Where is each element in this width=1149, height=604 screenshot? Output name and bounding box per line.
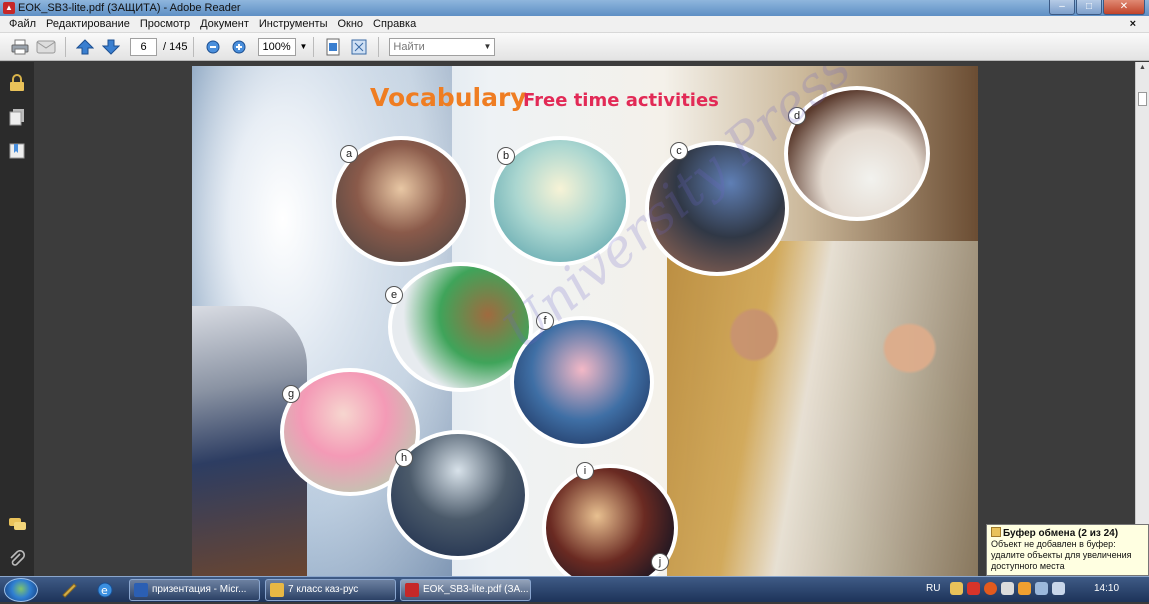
taskbar-item-adobe-reader[interactable]: EOK_SB3-lite.pdf (ЗА...	[400, 579, 531, 601]
label-g: g	[282, 385, 300, 403]
internet-explorer-icon[interactable]: e	[96, 581, 114, 599]
notification-title: Буфер обмена (2 из 24)	[991, 527, 1145, 539]
attachments-icon[interactable]	[8, 549, 26, 568]
system-tray	[950, 582, 1065, 595]
lock-icon[interactable]	[8, 74, 26, 92]
menu-window[interactable]: Окно	[332, 16, 368, 32]
adobe-reader-icon: ▲	[3, 2, 15, 14]
menu-file[interactable]: Файл	[4, 16, 41, 32]
find-input[interactable]: Найти ▼	[389, 37, 496, 56]
pages-icon[interactable]	[8, 108, 26, 126]
menu-help[interactable]: Справка	[368, 16, 421, 32]
start-button[interactable]	[4, 578, 38, 602]
title-bar: ▲ EOK_SB3-lite.pdf (ЗАЩИТА) - Adobe Read…	[0, 0, 1149, 16]
page-title: Vocabulary	[370, 83, 527, 112]
taskbar-item-folder[interactable]: 7 класс каз-рус	[265, 579, 396, 601]
navigation-pane	[0, 62, 34, 576]
menu-edit[interactable]: Редактирование	[41, 16, 135, 32]
svg-text:e: e	[101, 584, 108, 597]
window-title: EOK_SB3-lite.pdf (ЗАЩИТА) - Adobe Reader	[18, 2, 241, 14]
mother-daughter-photo	[667, 241, 978, 576]
taskbar-item-label: EOK_SB3-lite.pdf (ЗА...	[423, 584, 529, 595]
menu-bar: Файл Редактирование Просмотр Документ Ин…	[0, 16, 1149, 33]
label-h: h	[395, 449, 413, 467]
menu-view[interactable]: Просмотр	[135, 16, 195, 32]
menu-tools[interactable]: Инструменты	[254, 16, 333, 32]
scroll-up-icon[interactable]: ▲	[1139, 64, 1146, 71]
label-i: i	[576, 462, 594, 480]
taskbar: e призентация - Micr... 7 класс каз-рус …	[0, 576, 1149, 602]
taskbar-item-presentation[interactable]: призентация - Micr...	[129, 579, 260, 601]
label-j: j	[651, 553, 669, 571]
chevron-down-icon[interactable]: ▼	[483, 39, 491, 55]
toolbar-separator	[313, 36, 315, 57]
show-desktop-icon[interactable]	[60, 581, 78, 599]
page-down-icon[interactable]	[101, 37, 121, 57]
zoom-in-icon[interactable]	[229, 37, 249, 57]
taskbar-item-label: призентация - Micr...	[152, 584, 247, 595]
opera-icon[interactable]	[984, 582, 997, 595]
clock[interactable]: 14:10	[1094, 583, 1119, 594]
page-number-input[interactable]: 6	[130, 37, 157, 56]
menu-document[interactable]: Документ	[195, 16, 254, 32]
page-total: / 145	[163, 40, 188, 53]
print-icon[interactable]	[10, 37, 30, 57]
label-e: e	[385, 286, 403, 304]
toolbar: 6 / 145 100% ▼ Найти ▼	[0, 33, 1149, 61]
label-b: b	[497, 147, 515, 165]
language-indicator[interactable]: RU	[926, 583, 940, 594]
notification-title-text: Буфер обмена (2 из 24)	[1003, 528, 1119, 539]
minimize-button[interactable]: –	[1049, 0, 1075, 15]
clipboard-icon	[991, 527, 1001, 537]
page-subtitle: Free time activities	[523, 90, 719, 111]
flag-icon[interactable]	[1035, 582, 1048, 595]
volume-icon[interactable]	[1052, 582, 1065, 595]
zoom-level-select[interactable]: 100%	[258, 37, 297, 56]
taskbar-item-label: 7 класс каз-рус	[288, 584, 359, 595]
clipboard-tray-icon[interactable]	[950, 582, 963, 595]
page-up-icon[interactable]	[75, 37, 95, 57]
toolbar-separator	[378, 36, 380, 57]
antivirus-icon[interactable]	[967, 582, 980, 595]
email-icon[interactable]	[36, 37, 56, 57]
close-button[interactable]: ✕	[1103, 0, 1145, 15]
toolbar-separator	[193, 36, 195, 57]
folder-icon	[270, 583, 284, 597]
fullscreen-icon[interactable]	[349, 37, 369, 57]
comments-icon[interactable]	[8, 517, 26, 535]
chevron-down-icon[interactable]: ▼	[299, 42, 307, 51]
network-icon[interactable]	[1018, 582, 1031, 595]
vertical-scrollbar[interactable]: ▲ ▼	[1135, 62, 1149, 576]
find-placeholder: Найти	[393, 40, 425, 53]
notification-body: Объект не добавлен в буфер: удалите объе…	[991, 539, 1132, 571]
fit-page-icon[interactable]	[323, 37, 343, 57]
clipboard-notification[interactable]: Буфер обмена (2 из 24) Объект не добавле…	[986, 524, 1149, 576]
window-controls: – □ ✕	[1049, 0, 1145, 15]
scrollbar-thumb[interactable]	[1138, 92, 1147, 106]
label-a: a	[340, 145, 358, 163]
device-icon[interactable]	[1001, 582, 1014, 595]
powerpoint-icon	[134, 583, 148, 597]
adobe-reader-icon	[405, 583, 419, 597]
close-document-button[interactable]: ×	[1125, 16, 1141, 33]
pdf-page: Vocabulary Free time activities a b c d …	[192, 66, 978, 576]
bookmarks-icon[interactable]	[8, 142, 26, 160]
maximize-button[interactable]: □	[1076, 0, 1102, 15]
toolbar-separator	[65, 36, 66, 57]
zoom-out-icon[interactable]	[203, 37, 223, 57]
document-view[interactable]: Vocabulary Free time activities a b c d …	[34, 62, 1135, 576]
